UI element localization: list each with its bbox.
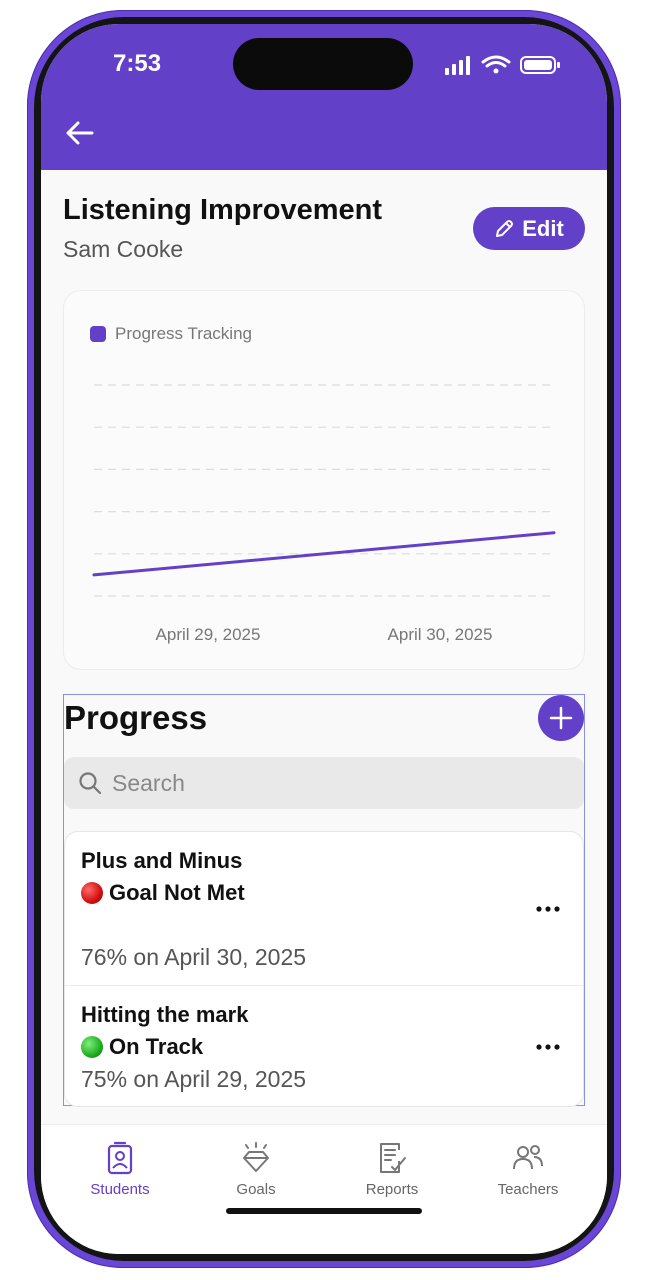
item-meta: 76% on April 30, 2025 [81,944,307,970]
chart-plot: April 29, 2025 April 30, 2025 [92,384,556,644]
plus-icon [549,706,573,730]
list-item[interactable]: Plus and Minus Goal Not Met 76% on April… [65,832,583,986]
progress-section: Progress Plus and Minus Goal Not Met [63,694,585,1107]
status-icons [445,55,560,75]
student-name: Sam Cooke [63,236,184,262]
diamond-icon [243,1142,269,1172]
tab-students[interactable]: Students [65,1141,175,1198]
x-tick-label: April 29, 2025 [156,625,261,644]
tab-label: Reports [365,1181,419,1198]
item-title: Hitting the mark [81,1002,249,1027]
x-tick-label: April 30, 2025 [388,625,493,644]
status-time: 7:53 [113,50,162,77]
red-circle-icon [81,882,103,904]
edit-button[interactable]: Edit [473,207,585,250]
tab-reports[interactable]: Reports [337,1141,447,1198]
status-label: Goal Not Met [109,880,245,905]
progress-heading: Progress [64,699,208,736]
dynamic-island [233,38,413,90]
tab-label: Students [90,1181,150,1198]
tab-bar: Students Goals Reports Teachers [41,1124,607,1254]
status-label: On Track [109,1034,204,1059]
tab-label: Goals [236,1181,276,1198]
battery-icon [520,56,560,74]
screen: 7:53 Listening Improvement Sam Cooke Edi… [41,24,607,1254]
tab-label: Teachers [497,1181,559,1198]
people-icon [513,1145,543,1170]
edit-label: Edit [522,215,564,241]
goal-title: Listening Improvement [63,194,383,226]
search-icon [79,772,102,795]
more-options-icon[interactable] [535,904,561,914]
series-line [92,531,556,577]
progress-chart: Progress Tracking April 29, 2025 April 30… [63,290,585,670]
home-indicator [226,1208,422,1214]
student-badge-icon [107,1141,133,1175]
report-icon [380,1143,406,1173]
pencil-icon [496,219,514,237]
tab-teachers[interactable]: Teachers [473,1141,583,1198]
add-progress-button[interactable] [538,695,584,741]
arrow-left-icon[interactable] [65,120,95,146]
search-bar[interactable] [64,757,584,809]
item-status: On Track [81,1034,203,1060]
item-meta: 75% on April 29, 2025 [81,1066,307,1092]
search-input[interactable] [112,757,572,809]
list-item[interactable]: Hitting the mark On Track 75% on April 2… [65,986,583,1106]
item-status: Goal Not Met [81,880,245,906]
signal-icon [445,56,470,75]
tab-goals[interactable]: Goals [201,1141,311,1198]
item-title: Plus and Minus [81,848,243,873]
more-options-icon[interactable] [535,1042,561,1052]
app-header: 7:53 [41,24,607,170]
wifi-icon [481,55,511,74]
progress-list: Plus and Minus Goal Not Met 76% on April… [64,831,584,1107]
green-circle-icon [81,1036,103,1058]
